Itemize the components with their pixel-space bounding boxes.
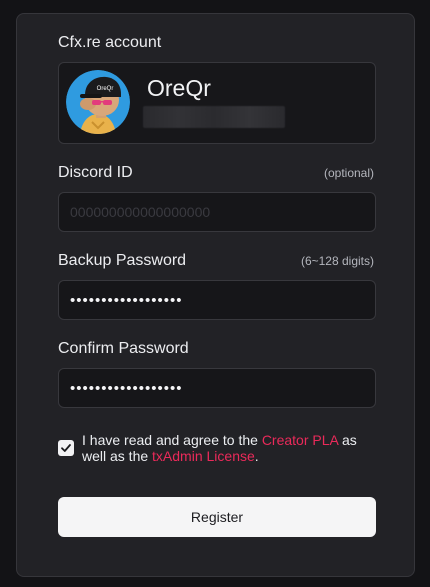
redacted-email xyxy=(143,106,285,128)
backup-password-label: Backup Password xyxy=(58,252,187,269)
txadmin-license-link[interactable]: txAdmin License xyxy=(152,448,255,464)
avatar: OreQr xyxy=(66,70,130,134)
cap-text: OreQr xyxy=(97,86,114,92)
account-label: Cfx.re account xyxy=(58,34,162,51)
discord-id-label: Discord ID xyxy=(58,164,133,181)
agreement-text-after: . xyxy=(254,448,259,464)
discord-id-input[interactable] xyxy=(58,192,376,232)
backup-password-input[interactable] xyxy=(58,280,376,320)
creator-pla-link[interactable]: Creator PLA xyxy=(262,432,338,448)
agreement-text-before: I have read and agree to the xyxy=(82,432,262,448)
agreement-text: I have read and agree to the Creator PLA… xyxy=(82,432,382,464)
checkmark-icon xyxy=(61,444,71,452)
confirm-password-label: Confirm Password xyxy=(58,340,189,357)
discord-optional-hint: (optional) xyxy=(323,166,374,180)
account-box: OreQr OreQr xyxy=(58,62,376,144)
agreement-checkbox[interactable] xyxy=(58,440,74,456)
confirm-password-input[interactable] xyxy=(58,368,376,408)
backup-password-hint: (6~128 digits) xyxy=(300,254,374,268)
register-button[interactable]: Register xyxy=(58,497,376,537)
username: OreQr xyxy=(147,75,211,101)
register-card: Cfx.re account OreQr OreQr Discord ID (o… xyxy=(16,13,415,577)
